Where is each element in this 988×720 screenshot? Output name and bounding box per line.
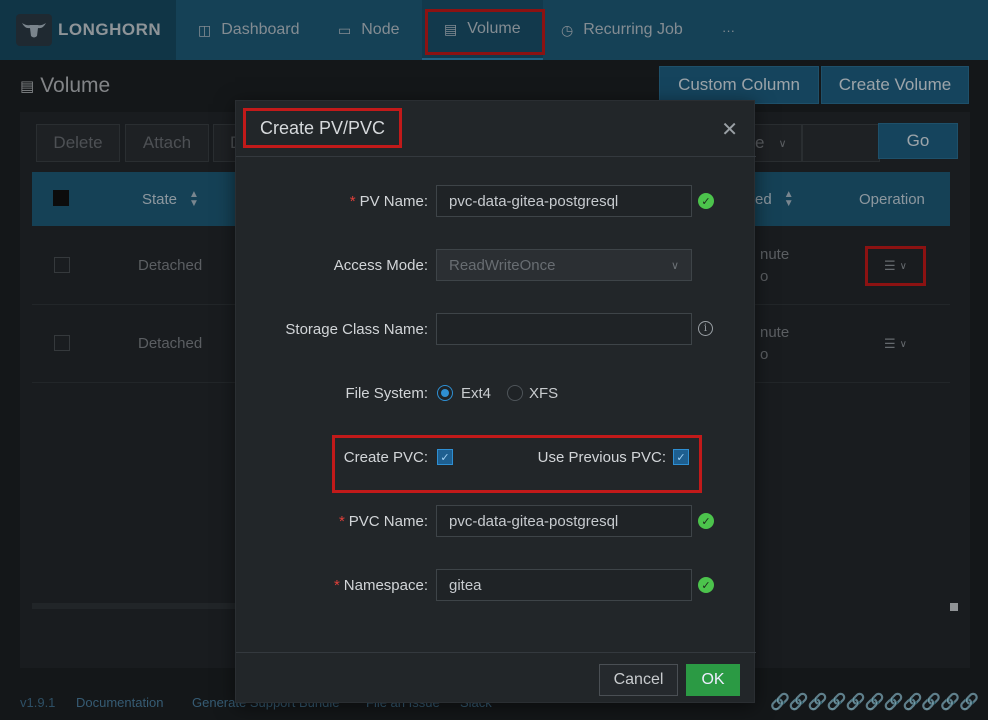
radio-ext4[interactable]	[437, 385, 453, 401]
pv-name-label: * PV Name:	[349, 192, 428, 210]
storage-class-input[interactable]	[436, 313, 692, 345]
info-icon[interactable]: i	[698, 321, 713, 336]
chevron-down-icon: ∨	[670, 259, 679, 272]
required-asterisk: *	[333, 576, 340, 594]
close-icon[interactable]: ✕	[721, 117, 738, 142]
access-mode-value: ReadWriteOnce	[449, 256, 556, 274]
field-label-text: Create PVC	[343, 448, 424, 466]
namespace-input[interactable]: gitea	[436, 569, 692, 601]
field-label-text: Storage Class Name	[285, 320, 424, 338]
valid-check-icon: ✓	[698, 513, 714, 529]
required-asterisk: *	[349, 192, 356, 210]
field-label-text: PV Name	[359, 192, 424, 210]
pvc-name-label: * PVC Name:	[338, 512, 428, 530]
use-previous-pvc-label: Use Previous PVC:	[537, 448, 666, 466]
ok-button[interactable]: OK	[686, 664, 740, 696]
namespace-label: * Namespace:	[333, 576, 428, 594]
valid-check-icon: ✓	[698, 577, 714, 593]
radio-xfs[interactable]	[507, 385, 523, 401]
field-label-text: Access Mode	[333, 256, 424, 274]
field-label-text: PVC Name	[348, 512, 424, 530]
modal-footer: Cancel OK	[236, 652, 756, 704]
pvc-name-input[interactable]: pvc-data-gitea-postgresql	[436, 505, 692, 537]
storage-class-label: Storage Class Name:	[285, 320, 428, 338]
valid-check-icon: ✓	[698, 193, 714, 209]
pv-name-input[interactable]: pvc-data-gitea-postgresql	[436, 185, 692, 217]
create-pvc-label: Create PVC:	[343, 448, 428, 466]
field-label-text: Namespace	[343, 576, 424, 594]
radio-ext4-label: Ext4	[461, 385, 492, 402]
radio-xfs-label: XFS	[529, 385, 559, 402]
field-label-text: Use Previous PVC	[537, 448, 662, 466]
modal-header: Create PV/PVC ✕	[236, 101, 756, 157]
field-label-text: File System	[345, 384, 424, 402]
access-mode-select[interactable]: ReadWriteOnce ∨	[436, 249, 692, 281]
use-previous-pvc-checkbox[interactable]: ✓	[673, 449, 689, 465]
access-mode-label: Access Mode:	[333, 256, 428, 274]
cancel-button[interactable]: Cancel	[599, 664, 678, 696]
required-asterisk: *	[338, 512, 345, 530]
create-pv-pvc-modal: Create PV/PVC ✕ * PV Name: pvc-data-gitea…	[235, 100, 756, 704]
file-system-label: File System:	[345, 384, 428, 402]
modal-title: Create PV/PVC	[242, 108, 403, 148]
create-pvc-checkbox[interactable]: ✓	[437, 449, 453, 465]
